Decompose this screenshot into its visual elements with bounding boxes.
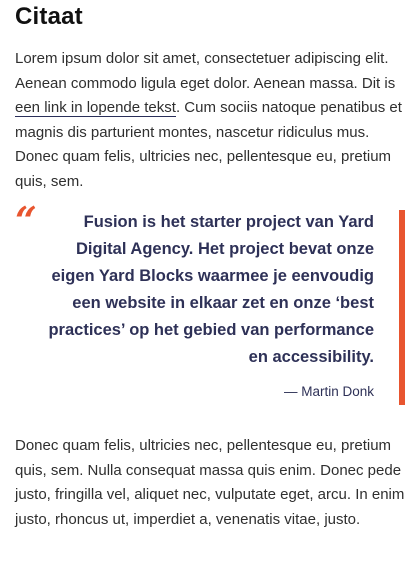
intro-paragraph: Lorem ipsum dolor sit amet, consectetuer… xyxy=(15,47,407,194)
inline-link[interactable]: een link in lopende tekst xyxy=(15,99,176,117)
quote-accent-bar xyxy=(399,210,405,405)
blockquote: “ Fusion is het starter project van Yard… xyxy=(15,202,407,411)
quote-author: — Martin Donk xyxy=(283,384,374,399)
intro-text-start: Lorem ipsum dolor sit amet, consectetuer… xyxy=(15,50,396,92)
page-title: Citaat xyxy=(15,3,83,30)
quote-text: Fusion is het starter project van Yard D… xyxy=(48,213,374,366)
content-area: Citaat Lorem ipsum dolor sit amet, conse… xyxy=(15,0,407,532)
outro-paragraph: Donec quam felis, ultricies nec, pellent… xyxy=(15,437,405,528)
